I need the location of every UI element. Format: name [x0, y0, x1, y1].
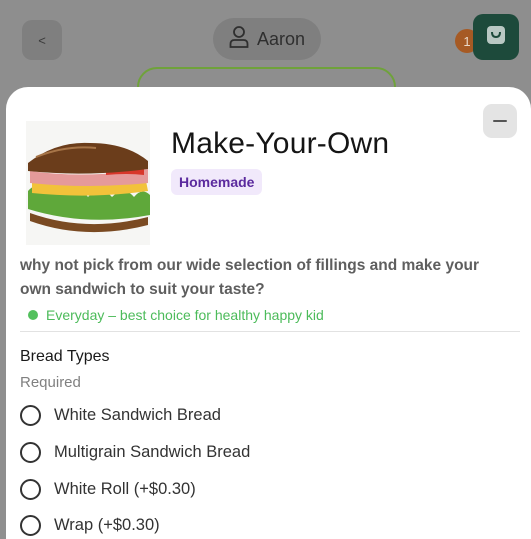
availability-note: Everyday – best choice for healthy happy…	[28, 307, 324, 323]
bread-option[interactable]: White Sandwich Bread	[20, 401, 221, 429]
product-detail-sheet: Make-Your-Own Homemade why not pick from…	[6, 87, 531, 539]
cart-button[interactable]	[473, 14, 519, 60]
product-description: why not pick from our wide selection of …	[20, 257, 480, 298]
divider	[20, 331, 520, 332]
user-icon	[229, 25, 249, 53]
bread-option-label: White Roll (+$0.30)	[54, 479, 196, 498]
availability-text: Everyday – best choice for healthy happy…	[46, 307, 324, 323]
minus-icon	[493, 120, 507, 122]
back-label: <	[38, 32, 46, 48]
bread-option-label: Multigrain Sandwich Bread	[54, 442, 251, 461]
shopping-bag-icon	[485, 24, 507, 51]
product-tag-badge: Homemade	[171, 169, 263, 195]
bread-option-label: White Sandwich Bread	[54, 405, 221, 424]
radio-unchecked-icon[interactable]	[20, 441, 41, 463]
required-label: Required	[20, 374, 81, 391]
radio-unchecked-icon[interactable]	[20, 404, 41, 426]
bread-option[interactable]: White Roll (+$0.30)	[20, 475, 196, 503]
bread-option[interactable]: Wrap (+$0.30)	[20, 511, 160, 539]
product-image	[26, 121, 150, 245]
bread-option[interactable]: Multigrain Sandwich Bread	[20, 438, 250, 466]
product-title: Make-Your-Own	[171, 127, 390, 160]
close-sheet-button[interactable]	[483, 104, 517, 138]
radio-unchecked-icon[interactable]	[20, 478, 41, 500]
bread-types-heading: Bread Types	[20, 348, 110, 365]
availability-dot-icon	[28, 310, 38, 320]
user-pill[interactable]: Aaron	[213, 18, 321, 60]
user-name: Aaron	[256, 28, 306, 49]
back-button[interactable]: <	[22, 20, 62, 60]
bread-option-label: Wrap (+$0.30)	[54, 515, 160, 534]
app-header: < Aaron 1	[0, 0, 531, 107]
radio-unchecked-icon[interactable]	[20, 514, 41, 536]
